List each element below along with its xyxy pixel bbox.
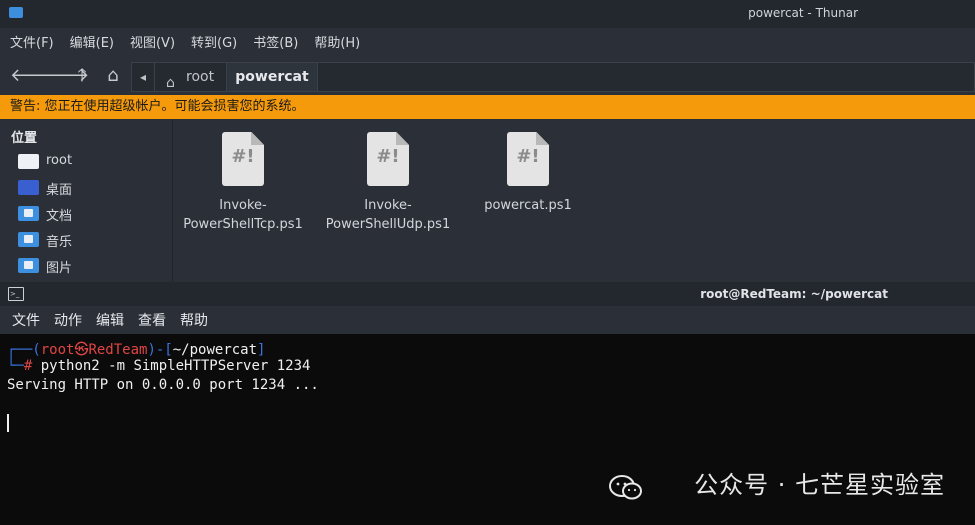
home-folder-icon <box>18 154 39 169</box>
menu-help[interactable]: 帮助(H) <box>314 32 360 54</box>
wechat-icon <box>609 475 642 500</box>
text-cursor <box>7 414 9 432</box>
window-title: powercat - Thunar <box>748 6 858 20</box>
sidebar-item-label: 桌面 <box>46 183 73 198</box>
watermark-text: 公众号 · 七芒星实验室 <box>694 471 945 499</box>
up-arrow-icon[interactable]: 🡑 <box>72 65 92 87</box>
thunar-toolbar: 🡐 🡒 🡑 ⌂ ◂ ⌂ root powercat <box>0 61 975 92</box>
pictures-folder-icon <box>18 258 39 273</box>
term-menu-help[interactable]: 帮助 <box>180 306 208 334</box>
root-warning-banner: 警告: 您正在使用超级帐户。可能会损害您的系统。 <box>0 95 975 119</box>
terminal-menubar: 文件 动作 编辑 查看 帮助 <box>0 306 975 334</box>
sidebar-item-desktop[interactable]: 桌面 <box>18 177 168 199</box>
path-bar: ◂ ⌂ root powercat <box>131 62 975 92</box>
script-file-icon: #! <box>507 132 549 186</box>
prompt-line-1: ┌──(root㉿RedTeam)-[~/powercat] <box>7 342 266 358</box>
terminal-titlebar: >_ root@RedTeam: ~/powercat <box>0 282 975 306</box>
sidebar-heading: 位置 <box>11 131 38 146</box>
term-menu-file[interactable]: 文件 <box>12 306 40 334</box>
menu-go[interactable]: 转到(G) <box>191 32 237 54</box>
file-item[interactable]: #! Invoke- PowerShellTcp.ps1 <box>173 132 313 234</box>
file-item[interactable]: #! powercat.ps1 <box>458 132 598 215</box>
prompt-line-2: └─# python2 -m SimpleHTTPServer 1234 <box>7 358 311 374</box>
terminal-title: root@RedTeam: ~/powercat <box>700 287 888 301</box>
sidebar: 位置 root 桌面 文档 音乐 图片 <box>0 120 173 282</box>
command-output: Serving HTTP on 0.0.0.0 port 1234 ... <box>7 377 319 393</box>
script-file-icon: #! <box>367 132 409 186</box>
script-file-icon: #! <box>222 132 264 186</box>
terminal-icon: >_ <box>8 287 24 301</box>
back-arrow-icon[interactable]: 🡐 <box>10 65 58 87</box>
sidebar-item-label: 音乐 <box>46 235 73 250</box>
home-icon[interactable]: ⌂ <box>103 65 123 87</box>
music-folder-icon <box>18 232 39 247</box>
file-name: Invoke- PowerShellUdp.ps1 <box>325 198 451 232</box>
sidebar-item-pictures[interactable]: 图片 <box>18 255 168 277</box>
breadcrumb-root[interactable]: ⌂ root <box>156 63 227 91</box>
file-name: powercat.ps1 <box>484 198 572 213</box>
file-item[interactable]: #! Invoke- PowerShellUdp.ps1 <box>318 132 458 234</box>
term-menu-edit[interactable]: 编辑 <box>96 306 124 334</box>
breadcrumb-root-label: root <box>186 69 215 85</box>
thunar-menubar: 文件(F) 编辑(E) 视图(V) 转到(G) 书签(B) 帮助(H) <box>10 32 360 54</box>
menu-bookmarks[interactable]: 书签(B) <box>253 32 298 54</box>
documents-folder-icon <box>18 206 39 221</box>
menu-view[interactable]: 视图(V) <box>130 32 175 54</box>
file-name: Invoke- PowerShellTcp.ps1 <box>183 198 303 232</box>
path-scroll-left-icon[interactable]: ◂ <box>132 63 155 91</box>
term-menu-actions[interactable]: 动作 <box>54 306 82 334</box>
sidebar-item-label: 图片 <box>46 261 73 276</box>
folder-app-icon <box>9 7 23 18</box>
breadcrumb-current[interactable]: powercat <box>227 63 318 91</box>
desktop-folder-icon <box>18 180 39 195</box>
sidebar-item-music[interactable]: 音乐 <box>18 229 168 251</box>
term-menu-view[interactable]: 查看 <box>138 306 166 334</box>
sidebar-item-documents[interactable]: 文档 <box>18 203 168 225</box>
file-view: #! Invoke- PowerShellTcp.ps1 #! Invoke- Po… <box>173 120 975 282</box>
home-small-icon: ⌂ <box>166 75 175 91</box>
menu-file[interactable]: 文件(F) <box>10 32 54 54</box>
thunar-window: powercat - Thunar 文件(F) 编辑(E) 视图(V) 转到(G… <box>0 0 975 282</box>
menu-edit[interactable]: 编辑(E) <box>70 32 114 54</box>
sidebar-item-root[interactable]: root <box>18 151 168 173</box>
sidebar-item-label: 文档 <box>46 209 73 224</box>
sidebar-item-label: root <box>46 153 73 168</box>
forward-arrow-icon[interactable]: 🡒 <box>41 65 89 87</box>
thunar-titlebar: powercat - Thunar <box>0 0 975 28</box>
